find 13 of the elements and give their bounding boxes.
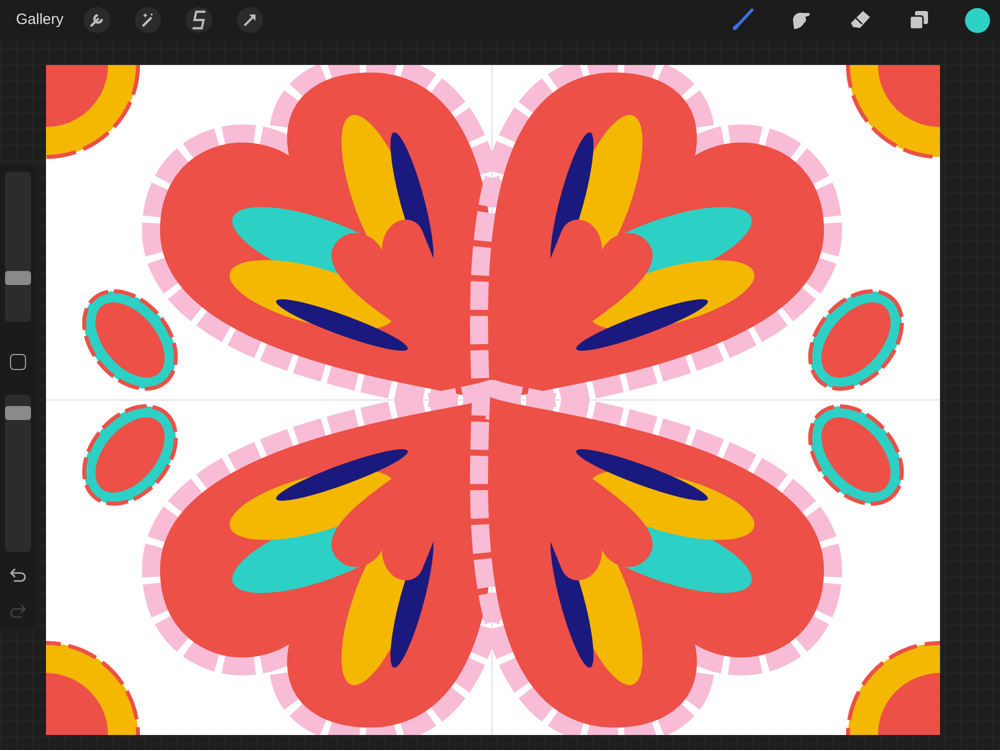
slider-thumb[interactable]	[5, 406, 31, 420]
modify-button[interactable]	[10, 354, 26, 370]
opacity-slider[interactable]	[5, 395, 31, 552]
selection-button[interactable]	[186, 7, 212, 33]
brush-size-slider[interactable]	[5, 172, 31, 322]
slider-thumb[interactable]	[5, 271, 31, 286]
color-swatch[interactable]	[965, 8, 990, 32]
paintbrush-icon	[730, 8, 754, 32]
undo-button[interactable]	[8, 566, 28, 584]
gallery-button[interactable]: Gallery	[16, 8, 64, 32]
transform-button[interactable]	[236, 7, 263, 33]
wand-button[interactable]	[134, 7, 161, 33]
wrench-button[interactable]	[84, 7, 110, 33]
